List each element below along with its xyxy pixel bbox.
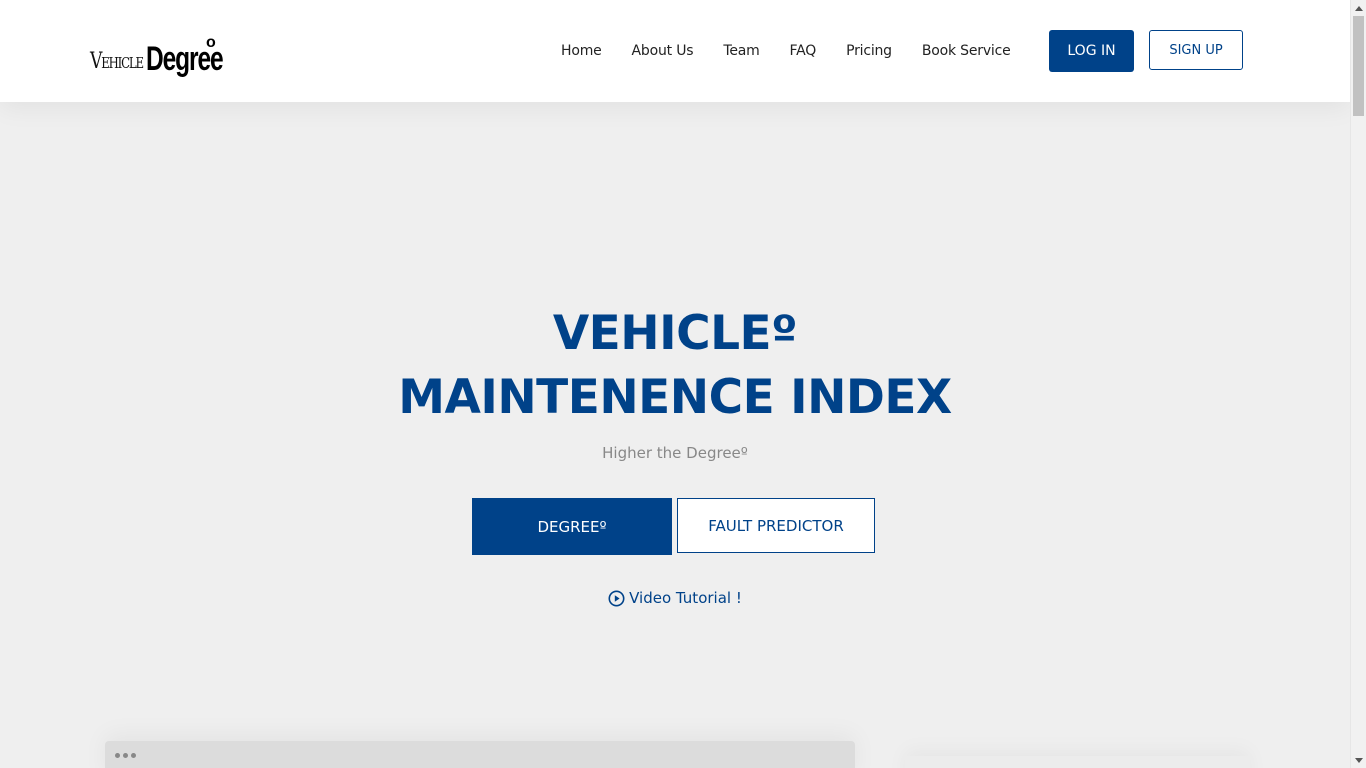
nav-about-us[interactable]: About Us — [632, 30, 694, 72]
logo[interactable]: Vehicle Degree o — [90, 34, 252, 76]
login-button[interactable]: LOG IN — [1049, 30, 1134, 72]
signup-button[interactable]: SIGN UP — [1149, 30, 1243, 70]
main-nav: Home About Us Team FAQ Pricing Book Serv… — [546, 30, 1026, 72]
fault-predictor-button[interactable]: FAULT PREDICTOR — [677, 498, 875, 553]
nav-book-service[interactable]: Book Service — [922, 30, 1011, 72]
hero-title-line1: VEHICLEº — [552, 306, 798, 361]
degree-button[interactable]: DEGREEº — [472, 498, 672, 555]
scroll-up-arrow-icon[interactable] — [1351, 0, 1366, 16]
video-tutorial-label: Video Tutorial ! — [629, 589, 742, 607]
dashboard-preview-card — [105, 741, 855, 768]
nav-faq[interactable]: FAQ — [790, 30, 817, 72]
scroll-down-arrow-icon[interactable] — [1351, 752, 1366, 768]
logo-text-vehicle: Vehicle — [90, 49, 144, 74]
scrollbar-thumb[interactable] — [1353, 16, 1364, 116]
page: Vehicle Degree o Home About Us Team FAQ … — [0, 0, 1350, 768]
hero-title: VEHICLEº MAINTENENCE INDEX — [0, 302, 1350, 430]
hero-subtitle: Higher the Degreeº — [602, 444, 748, 462]
site-header: Vehicle Degree o Home About Us Team FAQ … — [0, 0, 1350, 102]
video-tutorial-link[interactable]: Video Tutorial ! — [0, 586, 1350, 610]
play-circle-icon — [608, 590, 625, 606]
preview-card-secondary — [905, 756, 1250, 768]
nav-home[interactable]: Home — [561, 30, 602, 72]
hero-title-line2: MAINTENENCE INDEX — [398, 370, 952, 425]
nav-team[interactable]: Team — [723, 30, 759, 72]
vertical-scrollbar[interactable] — [1350, 0, 1366, 768]
logo-degree-mark: o — [206, 34, 216, 51]
nav-pricing[interactable]: Pricing — [846, 30, 892, 72]
more-dots-icon — [115, 753, 139, 758]
